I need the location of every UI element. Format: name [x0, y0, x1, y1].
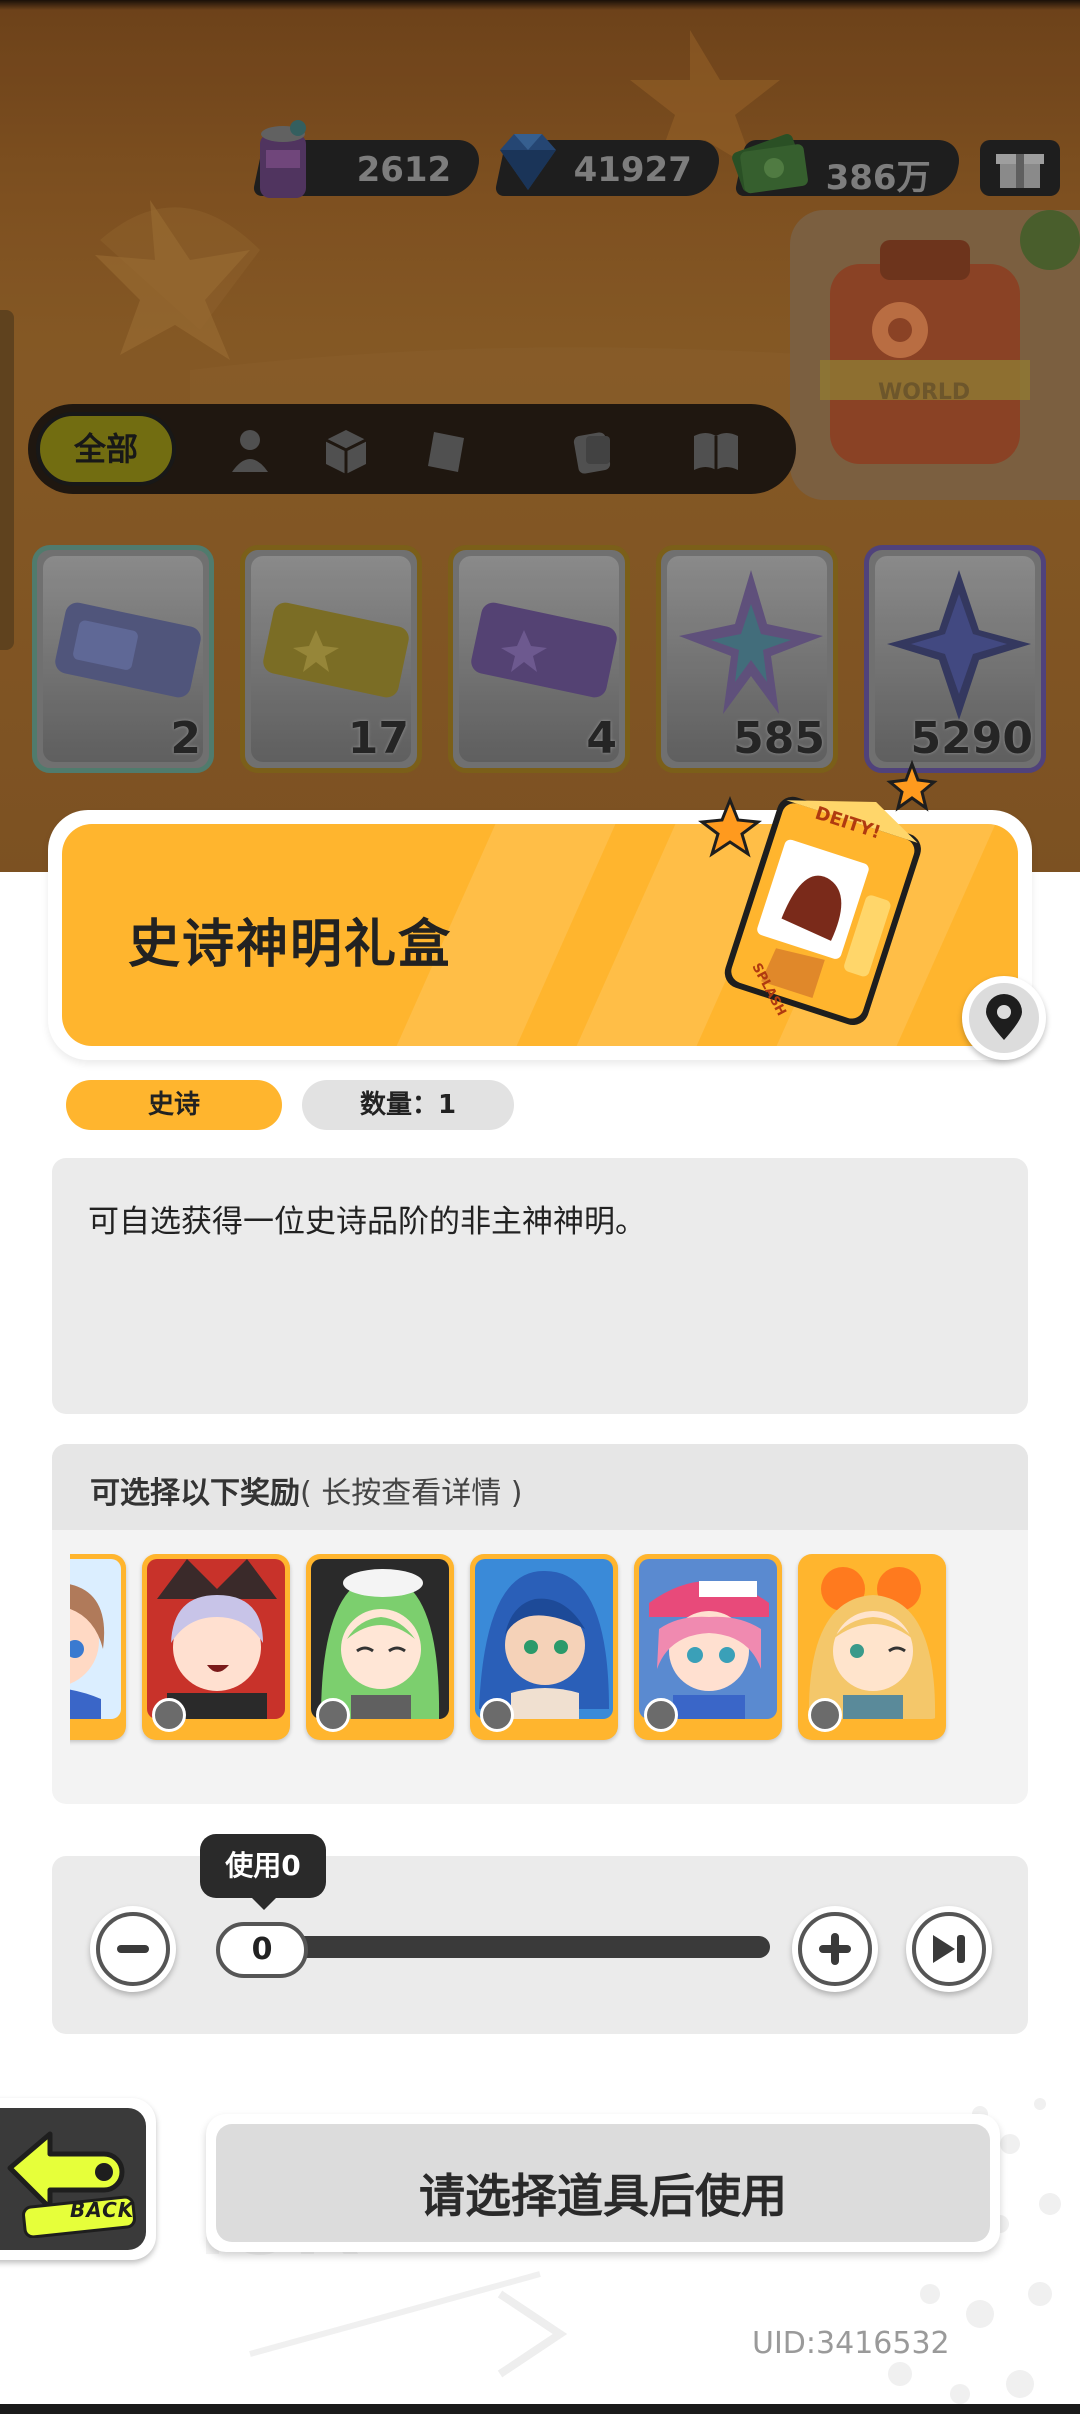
reward-hero-card[interactable] [306, 1554, 454, 1740]
item-count: 17 [347, 713, 409, 764]
reward-hint: ( 长按查看详情 ) [300, 1476, 523, 1511]
ticket-icon [471, 602, 617, 698]
tooltip-arrow [250, 1896, 278, 1910]
minus-icon [117, 1945, 149, 1953]
box-icon[interactable] [320, 424, 372, 476]
cash-icon [732, 134, 808, 194]
reward-hero-card[interactable] [142, 1554, 290, 1740]
deity-gift-box-icon: DEITY! SPLASH [698, 760, 938, 1026]
inventory-item[interactable]: 17 [240, 545, 422, 773]
reward-carousel[interactable] [70, 1554, 1028, 1750]
currency-gem[interactable]: 41927 [494, 140, 724, 196]
use-count-tooltip: 使用0 [200, 1834, 326, 1898]
skip-to-end-icon [933, 1935, 965, 1963]
pink-cap-hero-portrait [649, 1581, 769, 1719]
decrease-button[interactable] [90, 1906, 176, 1992]
inventory-item[interactable]: 585 [656, 545, 838, 773]
back-label: BACK [70, 2198, 135, 2222]
quantity-slider-thumb[interactable]: 0 [216, 1922, 308, 1978]
currency-cash-value: 386万 [825, 158, 931, 198]
soda-can-icon [260, 120, 306, 198]
plus-icon [819, 1933, 851, 1965]
person-icon[interactable] [224, 424, 276, 476]
increase-button[interactable] [792, 1906, 878, 1992]
reward-hero-card[interactable] [470, 1554, 618, 1740]
gem-icon [500, 134, 556, 190]
background-decoration [95, 30, 1080, 420]
category-filter-bar: 全部 [28, 404, 796, 494]
location-pin-icon [986, 994, 1022, 1040]
world-card-label: WORLD [878, 380, 971, 405]
reward-selection-box: 可选择以下奖励( 长按查看详情 ) [52, 1444, 1028, 1804]
silver-hair-hero-portrait [157, 1559, 277, 1719]
tarot-icon[interactable] [568, 424, 620, 476]
currency-soda[interactable]: 2612 [252, 140, 484, 196]
ticket-icon [55, 602, 201, 698]
max-button[interactable] [906, 1906, 992, 1992]
item-count: 585 [733, 713, 825, 764]
currency-soda-value: 2612 [356, 150, 452, 190]
item-title: 史诗神明礼盒 [128, 915, 453, 975]
key-icon [316, 1698, 350, 1732]
reward-hero-card[interactable] [798, 1554, 946, 1740]
key-icon [480, 1698, 514, 1732]
quantity-slider-track[interactable] [270, 1936, 770, 1958]
inventory-item[interactable]: 4 [448, 545, 630, 773]
inventory-screen: 2612 41927 386万 WORLD 全部 2 17 4 585 5290… [0, 0, 1080, 2414]
filter-tab-all[interactable]: 全部 [36, 412, 176, 486]
gift-icon [996, 154, 1044, 188]
currency-cash[interactable]: 386万 [734, 140, 964, 198]
brown-hair-hero-portrait [70, 1584, 105, 1719]
use-item-label: 请选择道具后使用 [419, 2169, 787, 2223]
gift-shop-button[interactable] [980, 140, 1060, 196]
blonde-hero-portrait [808, 1567, 936, 1719]
blue-hair-hero-portrait [479, 1570, 609, 1719]
green-hair-hero-portrait [321, 1569, 440, 1719]
rarity-badge: 史诗 [66, 1080, 282, 1130]
world-suitcase-icon [820, 210, 1080, 464]
reward-hero-card[interactable] [70, 1554, 126, 1740]
key-icon [808, 1698, 842, 1732]
world-event-card[interactable]: WORLD [790, 210, 1080, 500]
ticket-icon [263, 602, 409, 698]
reward-hero-card[interactable] [634, 1554, 782, 1740]
item-count: 4 [586, 713, 617, 764]
item-count: 5290 [910, 713, 1033, 764]
reward-title: 可选择以下奖励( 长按查看详情 ) [90, 1468, 522, 1512]
quantity-badge: 数量：1 [302, 1080, 514, 1130]
item-count: 2 [170, 713, 201, 764]
bottom-edge [0, 2404, 1080, 2414]
inventory-item[interactable]: 5290 [864, 545, 1046, 773]
card-icon[interactable] [420, 424, 472, 476]
reward-title-text: 可选择以下奖励 [90, 1476, 300, 1511]
book-icon[interactable] [690, 424, 742, 476]
side-drawer-handle[interactable] [0, 310, 14, 650]
back-button[interactable] [0, 2098, 156, 2260]
user-id: UID:3416532 [752, 2326, 950, 2361]
background-inventory: 2612 41927 386万 WORLD 全部 2 17 4 585 5290 [0, 0, 1080, 880]
inventory-item[interactable]: 2 [32, 545, 214, 773]
locate-button[interactable] [962, 976, 1046, 1060]
star-shard-icon [887, 570, 1031, 720]
key-icon [644, 1698, 678, 1732]
currency-gem-value: 41927 [573, 150, 692, 190]
item-description: 可自选获得一位史诗品阶的非主神神明。 [88, 1204, 646, 1240]
crystal-star-icon [679, 570, 823, 714]
key-icon [152, 1698, 186, 1732]
